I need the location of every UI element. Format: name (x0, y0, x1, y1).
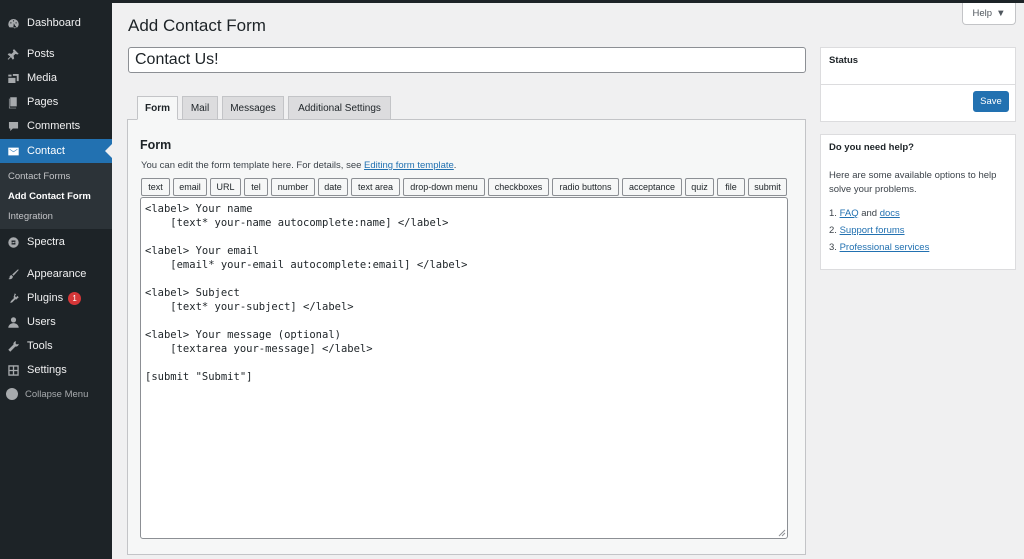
form-description: You can edit the form template here. For… (141, 160, 456, 171)
sidebar-item-label: Media (27, 72, 57, 84)
list-number: 2. (829, 225, 837, 236)
status-divider (821, 84, 1015, 85)
mail-icon (6, 144, 20, 158)
sidebar-item-label: Dashboard (27, 17, 81, 29)
tab-additional-settings[interactable]: Additional Settings (288, 96, 391, 120)
tag-button-text[interactable]: text (141, 178, 170, 196)
sidebar-item-label: Pages (27, 96, 59, 108)
update-count-badge: 1 (68, 291, 82, 305)
tab-mail[interactable]: Mail (182, 96, 218, 120)
collapse-label: Collapse Menu (25, 388, 89, 400)
description-suffix: . (453, 160, 457, 171)
help-box-title: Do you need help? (829, 142, 914, 153)
docs-link[interactable]: docs (880, 208, 900, 219)
tag-button-number[interactable]: number (271, 178, 315, 196)
settings-icon (6, 363, 20, 377)
wrench-icon (6, 339, 20, 353)
page-title: Add Contact Form (128, 16, 266, 35)
submenu-item-contact-forms[interactable]: Contact Forms (8, 171, 70, 182)
tag-button-quiz[interactable]: quiz (685, 178, 714, 196)
sidebar-item-settings[interactable]: Settings (0, 358, 112, 382)
sidebar-item-posts[interactable]: Posts (0, 42, 112, 66)
sidebar-item-plugins[interactable]: Plugins 1 (0, 286, 112, 310)
admin-sidebar: Dashboard Posts Media Pages Comments Con… (0, 0, 112, 559)
tag-button-dropdown-menu[interactable]: drop-down menu (403, 178, 485, 196)
comment-icon (6, 119, 20, 133)
media-icon (6, 71, 20, 85)
help-links-list: 1. FAQ and docs 2. Support forums 3. Pro… (829, 205, 929, 256)
list-number: 3. (829, 242, 837, 253)
save-button[interactable]: Save (973, 91, 1009, 112)
dashboard-icon (6, 16, 20, 30)
tag-button-url[interactable]: URL (210, 178, 241, 196)
sidebar-item-appearance[interactable]: Appearance (0, 262, 112, 286)
sidebar-item-label: Comments (27, 120, 81, 132)
brush-icon (6, 267, 20, 281)
help-tab-button[interactable]: Help ▼ (962, 3, 1016, 25)
list-number: 1. (829, 208, 837, 219)
form-template-editor[interactable]: <label> Your name [text* your-name autoc… (140, 197, 788, 539)
sidebar-item-label: Contact (27, 145, 65, 157)
sidebar-item-media[interactable]: Media (0, 66, 112, 90)
tag-button-textarea[interactable]: text area (351, 178, 400, 196)
tag-button-email[interactable]: email (173, 178, 207, 196)
submenu-item-add-contact-form[interactable]: Add Contact Form (8, 191, 91, 202)
tag-button-checkboxes[interactable]: checkboxes (488, 178, 549, 196)
faq-link[interactable]: FAQ (840, 208, 859, 219)
sidebar-item-dashboard[interactable]: Dashboard (0, 11, 112, 35)
top-bar (0, 0, 1024, 3)
sidebar-item-users[interactable]: Users (0, 310, 112, 334)
sidebar-item-comments[interactable]: Comments (0, 114, 112, 138)
editing-form-template-link[interactable]: Editing form template (364, 160, 454, 171)
and-text: and (861, 208, 878, 219)
collapse-icon (6, 388, 18, 400)
support-forums-link[interactable]: Support forums (840, 225, 905, 236)
tag-button-radio-buttons[interactable]: radio buttons (552, 178, 619, 196)
sidebar-item-pages[interactable]: Pages (0, 90, 112, 114)
sidebar-item-tools[interactable]: Tools (0, 334, 112, 358)
tag-button-submit[interactable]: submit (748, 178, 787, 196)
sidebar-item-label: Users (27, 316, 56, 328)
active-indicator (105, 144, 112, 158)
plugin-icon (6, 291, 20, 305)
sidebar-item-contact[interactable]: Contact (0, 139, 112, 163)
pages-icon (6, 95, 20, 109)
status-title: Status (829, 55, 859, 66)
help-label: Help (972, 8, 993, 19)
collapse-menu-button[interactable]: Collapse Menu (0, 382, 112, 406)
help-list-item: 1. FAQ and docs (829, 205, 929, 222)
tag-button-file[interactable]: file (717, 178, 745, 196)
users-icon (6, 315, 20, 329)
sidebar-item-label: Tools (27, 340, 53, 352)
tag-button-acceptance[interactable]: acceptance (622, 178, 682, 196)
help-list-item: 2. Support forums (829, 222, 929, 239)
tab-form[interactable]: Form (137, 96, 178, 120)
tab-messages[interactable]: Messages (222, 96, 284, 120)
tag-button-date[interactable]: date (318, 178, 348, 196)
sidebar-item-label: Posts (27, 48, 55, 60)
help-list-item: 3. Professional services (829, 239, 929, 256)
sidebar-item-label: Appearance (27, 268, 87, 280)
description-text: You can edit the form template here. For… (141, 160, 365, 171)
submenu-item-integration[interactable]: Integration (8, 211, 53, 222)
sidebar-item-label: Plugins (27, 292, 64, 304)
tag-button-tel[interactable]: tel (244, 178, 268, 196)
help-text: Here are some available options to help … (829, 170, 997, 195)
caret-down-icon: ▼ (996, 8, 1006, 19)
form-title-input[interactable] (128, 47, 806, 73)
sidebar-item-spectra[interactable]: Spectra (0, 230, 112, 254)
sidebar-item-label: Spectra (27, 236, 65, 248)
pin-icon (6, 47, 20, 61)
professional-services-link[interactable]: Professional services (840, 242, 930, 253)
form-section-title: Form (140, 138, 172, 152)
spectra-icon (6, 235, 20, 249)
resize-grip-icon[interactable] (778, 529, 786, 537)
sidebar-item-label: Settings (27, 364, 67, 376)
